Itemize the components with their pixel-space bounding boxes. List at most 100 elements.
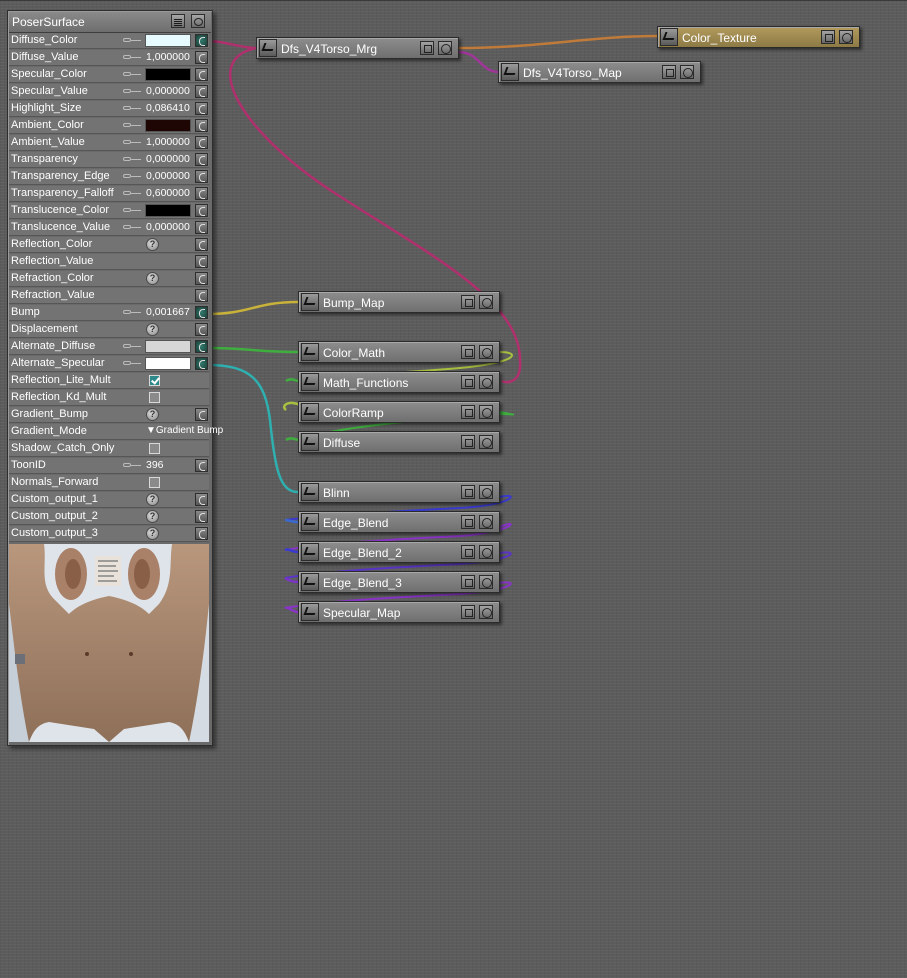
node-preview-icon[interactable] [479,345,493,359]
input-plug-icon[interactable] [195,510,208,523]
param-row-reflection-value[interactable]: Reflection_Value [9,254,209,270]
input-plug-icon[interactable] [195,255,208,268]
input-plug-icon[interactable] [195,136,208,149]
param-row-ambient-value[interactable]: Ambient_Value 1,000000 [9,135,209,151]
node-menu-icon[interactable] [461,295,475,309]
key-icon[interactable] [123,344,143,349]
help-icon[interactable]: ? [146,323,159,336]
node-preview-icon[interactable] [479,485,493,499]
input-plug-icon[interactable] [195,68,208,81]
param-value-field[interactable]: 0,600000 [146,187,192,199]
node-menu-icon[interactable] [461,605,475,619]
param-row-translucence-value[interactable]: Translucence_Value 0,000000 [9,220,209,236]
node-edge-blend-3[interactable]: Edge_Blend_3 [298,571,500,593]
param-row-specular-color[interactable]: Specular_Color [9,67,209,83]
param-row-custom-output-2[interactable]: Custom_output_2? [9,509,209,525]
node-specular-map[interactable]: Specular_Map [298,601,500,623]
param-row-refraction-value[interactable]: Refraction_Value [9,288,209,304]
param-row-custom-output-3[interactable]: Custom_output_3? [9,526,209,542]
node-bump-map[interactable]: Bump_Map [298,291,500,313]
param-row-reflection-kd-mult[interactable]: Reflection_Kd_Mult [9,390,209,406]
node-menu-icon[interactable] [461,515,475,529]
key-icon[interactable] [123,140,143,145]
node-menu-icon[interactable] [461,485,475,499]
input-plug-icon[interactable] [195,85,208,98]
color-swatch[interactable] [145,357,191,370]
help-icon[interactable]: ? [146,527,159,540]
node-menu-icon[interactable] [461,405,475,419]
key-icon[interactable] [123,72,143,77]
param-row-highlight-size[interactable]: Highlight_Size 0,086410 [9,101,209,117]
param-row-reflection-lite-mult[interactable]: Reflection_Lite_Mult [9,373,209,389]
input-plug-icon[interactable] [195,340,208,353]
param-row-alternate-specular[interactable]: Alternate_Specular [9,356,209,372]
param-row-gradient-mode[interactable]: Gradient_Mode ▼Gradient Bump [9,424,223,440]
checkbox[interactable] [149,477,160,488]
param-value-field[interactable]: 0,001667 [146,306,192,318]
param-row-bump[interactable]: Bump 0,001667 [9,305,209,321]
key-icon[interactable] [123,157,143,162]
param-row-alternate-diffuse[interactable]: Alternate_Diffuse [9,339,209,355]
node-menu-icon[interactable] [662,65,676,79]
color-swatch[interactable] [145,119,191,132]
param-value-field[interactable]: 1,000000 [146,136,192,148]
input-plug-icon[interactable] [195,527,208,540]
node-colorramp[interactable]: ColorRamp [298,401,500,423]
node-blinn[interactable]: Blinn [298,481,500,503]
color-swatch[interactable] [145,204,191,217]
checkbox[interactable] [149,375,160,386]
input-plug-icon[interactable] [195,408,208,421]
param-row-custom-output-1[interactable]: Custom_output_1? [9,492,209,508]
param-row-shadow-catch-only[interactable]: Shadow_Catch_Only [9,441,209,457]
input-plug-icon[interactable] [195,272,208,285]
gradient-mode-dropdown[interactable]: ▼Gradient Bump [146,425,223,436]
param-row-translucence-color[interactable]: Translucence_Color [9,203,209,219]
node-dfs-v4torso-mrg[interactable]: Dfs_V4Torso_Mrg [256,37,459,59]
color-swatch[interactable] [145,34,191,47]
param-value-field[interactable]: 1,000000 [146,51,192,63]
param-row-transparency-falloff[interactable]: Transparency_Falloff 0,600000 [9,186,209,202]
param-row-displacement[interactable]: Displacement? [9,322,209,338]
node-menu-icon[interactable] [461,345,475,359]
key-icon[interactable] [123,191,143,196]
checkbox[interactable] [149,443,160,454]
param-row-transparency-edge[interactable]: Transparency_Edge 0,000000 [9,169,209,185]
node-preview-icon[interactable] [479,375,493,389]
node-dfs-v4torso-map[interactable]: Dfs_V4Torso_Map [498,61,701,83]
param-value-field[interactable]: 0,086410 [146,102,192,114]
node-preview-icon[interactable] [479,295,493,309]
color-swatch[interactable] [145,68,191,81]
node-menu-icon[interactable] [821,30,835,44]
input-plug-icon[interactable] [195,357,208,370]
input-plug-icon[interactable] [195,187,208,200]
node-preview-icon[interactable] [479,405,493,419]
param-value-field[interactable]: 0,000000 [146,153,192,165]
input-plug-icon[interactable] [195,238,208,251]
param-row-gradient-bump[interactable]: Gradient_Bump? [9,407,209,423]
help-icon[interactable]: ? [146,272,159,285]
key-icon[interactable] [123,174,143,179]
help-icon[interactable]: ? [146,238,159,251]
help-icon[interactable]: ? [146,493,159,506]
input-plug-icon[interactable] [195,119,208,132]
param-row-toonid[interactable]: ToonID 396 [9,458,209,474]
poser-surface-root-node[interactable]: PoserSurface Diffuse_Color Diffuse_Value 1… [7,10,223,746]
param-row-refraction-color[interactable]: Refraction_Color? [9,271,209,287]
node-menu-icon[interactable] [420,41,434,55]
input-plug-icon[interactable] [195,170,208,183]
node-menu-icon[interactable] [461,375,475,389]
param-row-diffuse-color[interactable]: Diffuse_Color [9,33,209,49]
node-edge-blend[interactable]: Edge_Blend [298,511,500,533]
param-value-field[interactable]: 0,000000 [146,85,192,97]
node-preview-icon[interactable] [479,545,493,559]
param-row-ambient-color[interactable]: Ambient_Color [9,118,209,134]
node-menu-icon[interactable] [461,435,475,449]
key-icon[interactable] [123,89,143,94]
key-icon[interactable] [123,38,143,43]
input-plug-icon[interactable] [195,221,208,234]
menu-icon[interactable] [171,14,185,28]
param-row-reflection-color[interactable]: Reflection_Color? [9,237,209,253]
param-value-field[interactable]: 0,000000 [146,221,192,233]
input-plug-icon[interactable] [195,323,208,336]
key-icon[interactable] [123,55,143,60]
